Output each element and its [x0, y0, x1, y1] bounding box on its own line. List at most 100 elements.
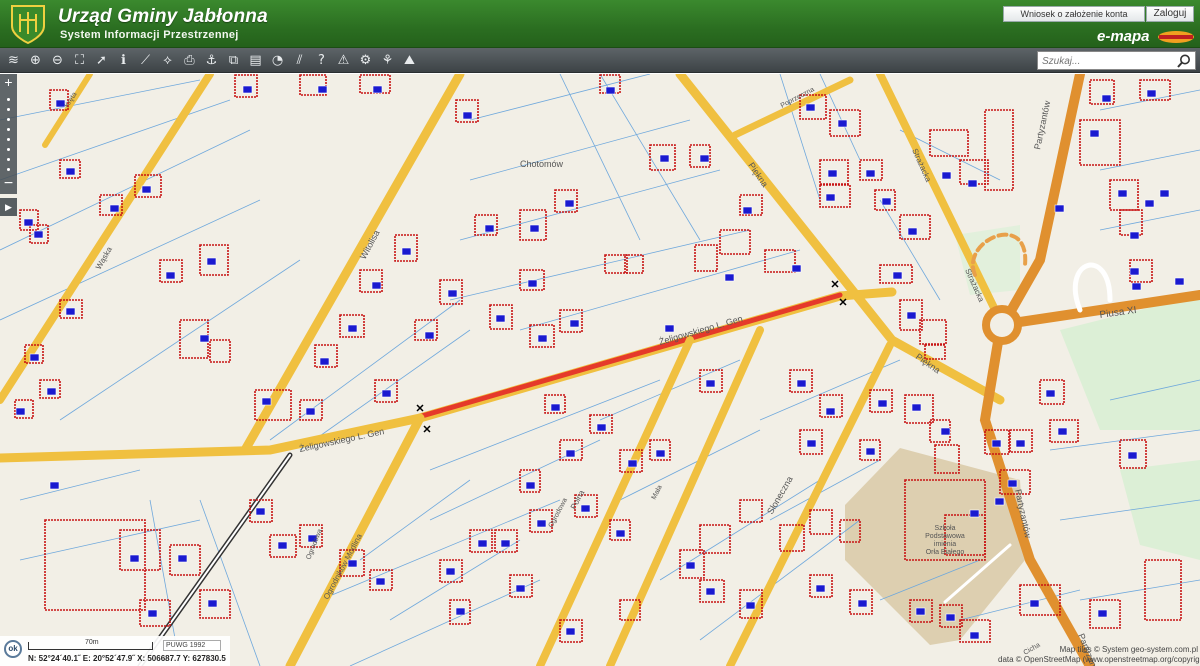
parcel-line [0, 79, 201, 121]
address-point [536, 519, 547, 528]
zoom-level-dot[interactable] [7, 128, 10, 131]
address-point [141, 185, 152, 194]
map-canvas[interactable]: Żeligowskiego L. Gen Żeligowskiego L. Gen… [0, 74, 1200, 666]
zoom-level-dot[interactable] [7, 168, 10, 171]
address-point [1131, 282, 1142, 291]
address-point [277, 541, 288, 550]
zoom-in-button[interactable]: + [0, 75, 17, 89]
building-outline [209, 339, 231, 363]
parcel-line [19, 519, 201, 561]
layout-icon[interactable]: ▤ [246, 51, 265, 70]
measure-area-icon[interactable]: ⟡ [158, 51, 177, 70]
address-point [165, 271, 176, 280]
road-network [0, 74, 1200, 666]
comment-icon[interactable]: ◔ [268, 51, 287, 70]
brand-name: e-mapa [1097, 28, 1150, 45]
app-subtitle: System Informacji Przestrzennej [60, 29, 239, 41]
zoom-level-dot[interactable] [7, 98, 10, 101]
info-icon[interactable]: ℹ [114, 51, 133, 70]
address-point [46, 387, 57, 396]
select-arrow-icon[interactable]: ➚ [92, 51, 111, 70]
building-outline [694, 244, 718, 272]
address-point [375, 577, 386, 586]
building-outline [809, 509, 833, 535]
search-input[interactable] [1042, 54, 1172, 68]
address-point [877, 399, 888, 408]
help-icon[interactable]: ? [312, 51, 331, 70]
full-extent-icon[interactable]: ⛶ [70, 51, 89, 70]
crs-select[interactable]: PUWG 1992 [163, 640, 221, 651]
measure-distance-icon[interactable]: ⟋ [136, 51, 155, 70]
attribution-tiles: Map tiles © System geo-system.com.pl [1059, 645, 1198, 654]
place-label: Chotomów [520, 159, 564, 169]
building-outline [919, 319, 947, 345]
cursor-coordinates: N: 52°24´40.1˝ E: 20°52´47.9˝ X: 506687.… [28, 654, 226, 663]
address-point [381, 389, 392, 398]
zoom-out-icon[interactable]: ⊖ [48, 51, 67, 70]
address-point [655, 449, 666, 458]
copy-icon[interactable]: ⧉ [224, 51, 243, 70]
parcel-line [1079, 579, 1200, 601]
settings-icon[interactable]: ⚙ [356, 51, 375, 70]
address-point [455, 607, 466, 616]
anchor-icon[interactable]: ⚓ [202, 51, 221, 70]
address-point [477, 539, 488, 548]
address-point [372, 85, 383, 94]
app-title: Urząd Gminy Jabłonna [58, 6, 268, 27]
side-panel-toggle[interactable]: ▶ [0, 198, 17, 216]
address-point [1127, 451, 1138, 460]
address-point [15, 407, 26, 416]
zoom-level-dot[interactable] [7, 148, 10, 151]
login-button[interactable]: Zaloguj [1146, 6, 1194, 22]
address-point [565, 449, 576, 458]
search-box[interactable] [1037, 51, 1196, 70]
address-point [580, 504, 591, 513]
search-icon[interactable] [1176, 53, 1192, 69]
address-point [317, 85, 328, 94]
parcel-line [1099, 149, 1200, 171]
address-point [207, 599, 218, 608]
building-outline [119, 529, 161, 571]
address-point [745, 601, 756, 610]
zoom-level-dot[interactable] [7, 158, 10, 161]
address-point [881, 197, 892, 206]
address-point [65, 307, 76, 316]
zoom-level-dot[interactable] [7, 118, 10, 121]
zoom-level-dot[interactable] [7, 138, 10, 141]
road-poprzeczna [731, 76, 854, 139]
building-outline [984, 109, 1014, 191]
street-label: Ogrodowa [305, 528, 324, 561]
zoom-slider[interactable]: + − [0, 74, 17, 194]
layers-icon[interactable]: ≋ [4, 51, 23, 70]
building-outline [1144, 559, 1182, 621]
map-svg: Żeligowskiego L. GenŻeligowskiego L. Gen… [0, 74, 1200, 666]
hatch-icon[interactable]: ⫽ [290, 51, 309, 70]
address-point [495, 314, 506, 323]
address-point [664, 324, 675, 333]
address-point [347, 324, 358, 333]
school-label: Szkoła [934, 525, 955, 532]
account-request-button[interactable]: Wniosek o założenie konta [1003, 6, 1145, 22]
address-point [994, 497, 1005, 506]
address-point [1029, 599, 1040, 608]
address-point [529, 224, 540, 233]
railway-inner [139, 454, 291, 666]
building-outline [929, 129, 969, 157]
address-point [462, 111, 473, 120]
ok-button[interactable]: ok [4, 640, 22, 658]
zoom-level-dot[interactable] [7, 108, 10, 111]
user-settings-icon[interactable]: ⚘ [378, 51, 397, 70]
print-icon[interactable]: ⎙ [180, 51, 199, 70]
map-toolbar: ≋ ⊕ ⊖ ⛶ ➚ ℹ ⟋ ⟡ ⎙ ⚓ ⧉ ▤ ◔ ⫽? ⚠ ⚙ ⚘ ⛰ [0, 48, 1200, 73]
address-point [806, 439, 817, 448]
zoom-in-icon[interactable]: ⊕ [26, 51, 45, 70]
address-point [484, 224, 495, 233]
address-point [615, 529, 626, 538]
roundabout [982, 305, 1022, 345]
address-point [837, 119, 848, 128]
terrain-icon[interactable]: ⛰ [400, 51, 419, 70]
warning-icon[interactable]: ⚠ [334, 51, 353, 70]
address-point [825, 193, 836, 202]
zoom-out-button[interactable]: − [0, 176, 17, 192]
address-point [525, 481, 536, 490]
